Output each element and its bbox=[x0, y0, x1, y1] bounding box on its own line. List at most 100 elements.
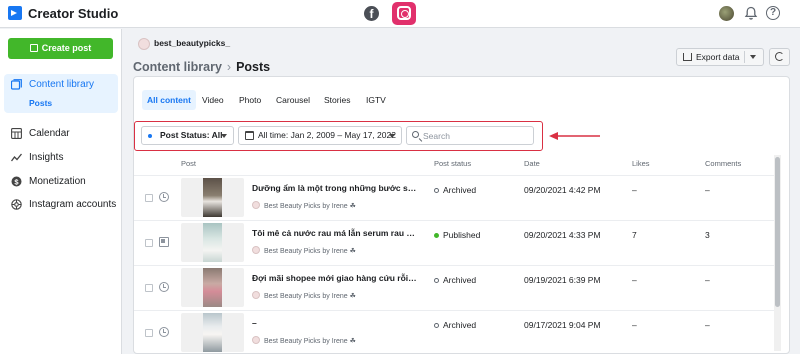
calendar-icon bbox=[245, 131, 254, 140]
post-date: 09/20/2021 4:42 PM bbox=[524, 185, 601, 195]
date-range-label: All time: Jan 2, 2009 – May 17, 2022 bbox=[258, 130, 396, 140]
account-name: best_beautypicks_ bbox=[154, 38, 231, 48]
column-header-comments[interactable]: Comments bbox=[705, 159, 741, 168]
post-comments: 3 bbox=[705, 230, 710, 240]
table-row[interactable]: – Best Beauty Picks by Irene ☘ Archived … bbox=[134, 310, 774, 354]
post-comments: – bbox=[705, 185, 710, 195]
post-owner: Best Beauty Picks by Irene ☘ bbox=[252, 246, 356, 255]
table-row[interactable]: Tôi mê cả nước rau má lẫn serum rau má 😁… bbox=[134, 220, 774, 265]
sidebar: Create post Content library Posts Calend… bbox=[0, 29, 122, 354]
button-divider bbox=[744, 51, 745, 63]
thumbnail-image bbox=[203, 178, 222, 217]
post-likes: – bbox=[632, 275, 637, 285]
search-input[interactable] bbox=[423, 129, 531, 142]
sidebar-item-label: Insights bbox=[29, 152, 64, 163]
clock-icon bbox=[159, 282, 169, 292]
tab-photo[interactable]: Photo bbox=[234, 90, 266, 110]
date-range-dropdown[interactable]: All time: Jan 2, 2009 – May 17, 2022 bbox=[238, 126, 402, 145]
post-thumbnail[interactable] bbox=[181, 178, 244, 217]
sidebar-item-label: Instagram accounts bbox=[29, 199, 117, 210]
insights-icon bbox=[11, 153, 22, 162]
account-avatar bbox=[138, 38, 150, 50]
export-data-button[interactable]: Export data bbox=[676, 48, 764, 66]
status-text: Archived bbox=[443, 320, 477, 330]
create-post-button[interactable]: Create post bbox=[8, 38, 113, 59]
avatar[interactable] bbox=[719, 6, 734, 21]
post-title[interactable]: – bbox=[252, 318, 418, 328]
annotation-arrow bbox=[549, 132, 600, 140]
column-header-post: Post bbox=[181, 159, 197, 168]
clock-icon bbox=[159, 327, 169, 337]
status-dot-icon bbox=[148, 134, 152, 138]
instagram-icon bbox=[397, 6, 411, 20]
breadcrumb-parent[interactable]: Content library bbox=[133, 60, 222, 74]
search-icon bbox=[412, 131, 419, 138]
help-icon[interactable]: ? bbox=[766, 6, 780, 20]
post-thumbnail[interactable] bbox=[181, 223, 244, 262]
tab-stories[interactable]: Stories bbox=[319, 90, 355, 110]
row-checkbox[interactable] bbox=[145, 329, 153, 337]
sidebar-subitem-posts[interactable]: Posts bbox=[29, 98, 52, 108]
post-thumbnail[interactable] bbox=[181, 268, 244, 307]
post-title[interactable]: Tôi mê cả nước rau má lẫn serum rau má 😁… bbox=[252, 228, 418, 239]
owner-avatar bbox=[252, 291, 260, 299]
post-thumbnail[interactable] bbox=[181, 313, 244, 352]
thumbnail-image bbox=[203, 223, 222, 262]
post-owner: Best Beauty Picks by Irene ☘ bbox=[252, 291, 356, 300]
post-owner: Best Beauty Picks by Irene ☘ bbox=[252, 336, 356, 345]
post-date: 09/20/2021 4:33 PM bbox=[524, 230, 601, 240]
create-post-label: Create post bbox=[41, 43, 92, 53]
pencil-icon bbox=[29, 44, 38, 52]
refresh-icon bbox=[775, 52, 784, 61]
instagram-tab[interactable] bbox=[392, 2, 416, 25]
tab-video[interactable]: Video bbox=[197, 90, 229, 110]
post-status-dropdown[interactable]: Post Status: All bbox=[141, 126, 234, 145]
column-header-status[interactable]: Post status bbox=[434, 159, 471, 168]
facebook-icon[interactable]: f bbox=[364, 6, 379, 21]
table-scrollbar-thumb[interactable] bbox=[775, 157, 780, 307]
tab-carousel[interactable]: Carousel bbox=[271, 90, 315, 110]
tab-igtv[interactable]: IGTV bbox=[361, 90, 391, 110]
table-row[interactable]: Dưỡng ẩm là một trong những bước skincar… bbox=[134, 175, 774, 220]
post-owner: Best Beauty Picks by Irene ☘ bbox=[252, 201, 356, 210]
row-checkbox[interactable] bbox=[145, 194, 153, 202]
table-header: Post Post status Date Likes Comments bbox=[134, 157, 774, 171]
export-data-label: Export data bbox=[696, 52, 740, 62]
post-status: Archived bbox=[434, 185, 476, 195]
row-checkbox[interactable] bbox=[145, 239, 153, 247]
column-header-likes[interactable]: Likes bbox=[632, 159, 650, 168]
status-dot-icon bbox=[434, 323, 439, 328]
app-title: Creator Studio bbox=[28, 6, 119, 21]
post-date: 09/19/2021 6:39 PM bbox=[524, 275, 601, 285]
tab-all-content[interactable]: All content bbox=[142, 90, 196, 110]
post-title[interactable]: Dưỡng ẩm là một trong những bước skincar… bbox=[252, 183, 418, 193]
column-header-date[interactable]: Date bbox=[524, 159, 540, 168]
post-likes: – bbox=[632, 185, 637, 195]
status-text: Archived bbox=[443, 275, 477, 285]
thumbnail-image bbox=[203, 313, 222, 352]
gallery-icon bbox=[159, 237, 169, 247]
post-status-label: Post Status: All bbox=[160, 130, 223, 140]
post-status: Published bbox=[434, 230, 480, 240]
thumbnail-image bbox=[203, 268, 222, 307]
status-text: Published bbox=[443, 230, 481, 240]
post-likes: – bbox=[632, 320, 637, 330]
breadcrumb: Content library › Posts bbox=[133, 60, 270, 74]
table-row[interactable]: Đợi mãi shopee mới giao hàng cứu rỗi bờ … bbox=[134, 265, 774, 310]
refresh-button[interactable] bbox=[769, 48, 790, 66]
row-checkbox[interactable] bbox=[145, 284, 153, 292]
post-date: 09/17/2021 9:04 PM bbox=[524, 320, 601, 330]
owner-avatar bbox=[252, 336, 260, 344]
post-comments: – bbox=[705, 320, 710, 330]
post-status: Archived bbox=[434, 320, 476, 330]
sidebar-item-label: Monetization bbox=[29, 176, 86, 187]
status-dot-icon bbox=[434, 188, 439, 193]
bell-icon[interactable] bbox=[744, 6, 758, 21]
search-field[interactable] bbox=[406, 126, 534, 145]
owner-name: Best Beauty Picks by Irene ☘ bbox=[264, 293, 356, 300]
post-title[interactable]: Đợi mãi shopee mới giao hàng cứu rỗi bờ … bbox=[252, 273, 418, 283]
status-text: Archived bbox=[443, 185, 477, 195]
post-status: Archived bbox=[434, 275, 476, 285]
chevron-down-icon[interactable] bbox=[750, 55, 756, 59]
owner-avatar bbox=[252, 201, 260, 209]
